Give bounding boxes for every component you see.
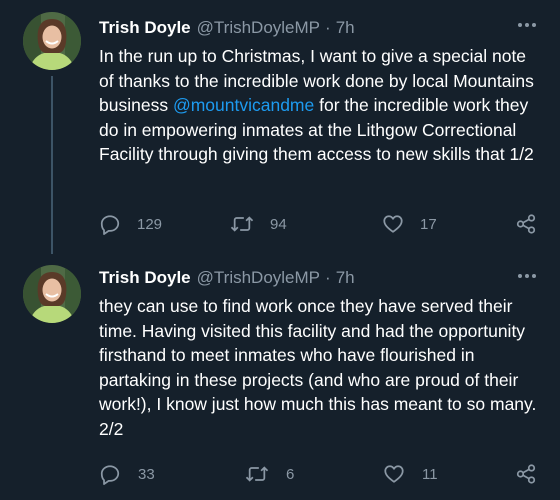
separator-dot: · (325, 268, 331, 287)
retweet-icon (245, 466, 269, 482)
retweet-button[interactable]: 6 (245, 460, 294, 488)
more-icon[interactable] (516, 15, 538, 35)
share-button[interactable] (515, 460, 537, 488)
reply-icon (100, 465, 120, 485)
like-button[interactable]: 17 (382, 210, 437, 238)
reply-count: 129 (137, 215, 163, 233)
like-button[interactable]: 11 (383, 460, 438, 488)
author-name[interactable]: Trish Doyle (99, 18, 191, 38)
tweet-text: they can use to find work once they have… (99, 296, 542, 439)
retweet-icon (230, 216, 254, 232)
share-icon (516, 464, 536, 484)
avatar[interactable] (23, 12, 81, 70)
retweet-button[interactable]: 94 (230, 210, 287, 238)
mention-link[interactable]: @mountvicandme (173, 95, 314, 115)
tweet-header: Trish Doyle @TrishDoyleMP · 7h (99, 16, 355, 40)
tweet-time[interactable]: 7h (336, 18, 355, 38)
tweet-time[interactable]: 7h (336, 268, 355, 288)
reply-icon (100, 215, 120, 235)
tweet-1[interactable]: Trish Doyle @TrishDoyleMP · 7h In the ru… (0, 0, 560, 262)
author-handle[interactable]: @TrishDoyleMP (197, 268, 320, 288)
avatar-photo (23, 12, 81, 70)
tweet-header: Trish Doyle @TrishDoyleMP · 7h (99, 266, 355, 290)
separator-dot: · (325, 18, 331, 37)
like-count: 11 (422, 465, 438, 483)
tweet-2[interactable]: Trish Doyle @TrishDoyleMP · 7h they can … (0, 262, 560, 500)
reply-button[interactable]: 33 (99, 460, 155, 488)
retweet-count: 6 (286, 465, 295, 483)
tweet-text: In the run up to Christmas, I want to gi… (99, 44, 539, 167)
tweet-actions: 129 94 17 (99, 210, 544, 238)
more-icon[interactable] (516, 266, 538, 286)
share-icon (516, 214, 536, 234)
like-count: 17 (420, 215, 437, 233)
author-name[interactable]: Trish Doyle (99, 268, 191, 288)
thread-line (51, 76, 53, 254)
retweet-count: 94 (270, 215, 287, 233)
reply-button[interactable]: 129 (99, 210, 162, 238)
heart-icon (384, 465, 404, 483)
avatar[interactable] (23, 265, 81, 323)
heart-icon (383, 215, 403, 233)
author-handle[interactable]: @TrishDoyleMP (197, 18, 320, 38)
reply-count: 33 (138, 465, 155, 483)
share-button[interactable] (515, 210, 537, 238)
avatar-photo (23, 265, 81, 323)
tweet-actions: 33 6 11 (99, 460, 544, 488)
